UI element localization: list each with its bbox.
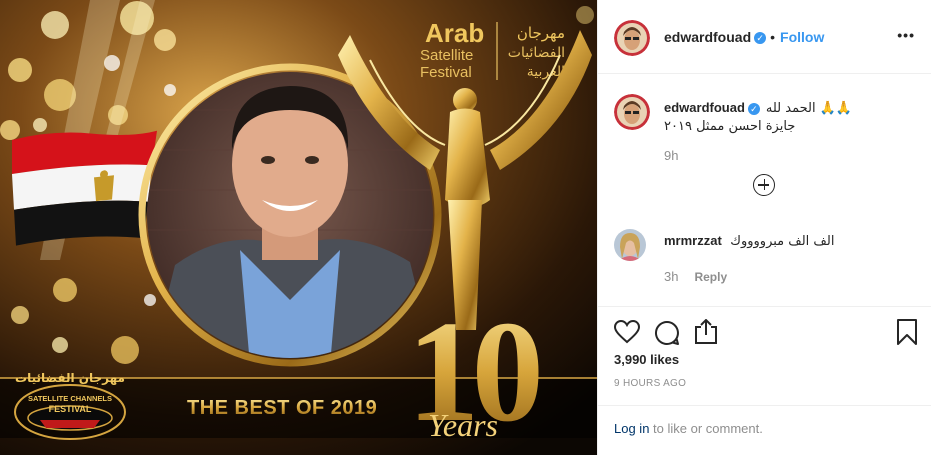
- login-prompt-bar: Log in to like or comment.: [598, 405, 931, 455]
- egypt-flag: [12, 130, 157, 246]
- follow-button[interactable]: Follow: [780, 29, 824, 45]
- ten-years-emblem: 10 Years: [407, 292, 547, 452]
- festival-en-line2: Satellite: [420, 47, 473, 64]
- commenter-avatar[interactable]: [614, 229, 646, 261]
- save-bookmark-icon[interactable]: [896, 319, 918, 350]
- author-avatar[interactable]: [614, 20, 650, 56]
- post-header: edwardfouad ✓ • Follow •••: [598, 0, 931, 74]
- badge-en2: FESTIVAL: [49, 404, 92, 414]
- login-link[interactable]: Log in: [614, 421, 649, 436]
- badge-en1: SATELLITE CHANNELS: [28, 394, 112, 403]
- caption-line2: جايزة احسن ممثل ٢٠١٩: [664, 119, 796, 134]
- separator-dot: •: [770, 29, 776, 45]
- more-options-icon[interactable]: •••: [897, 27, 915, 43]
- verified-badge-icon: ✓: [754, 32, 767, 44]
- award-poster: Arab Satellite Festival مهرجان الفضائيات…: [0, 0, 597, 455]
- comment-item: mrmrzzat الف الف مبرووووك 3h Reply: [664, 232, 924, 286]
- commenter-username[interactable]: mrmrzzat: [664, 233, 722, 248]
- header-author: edwardfouad ✓ • Follow: [664, 29, 824, 47]
- login-prompt: Log in to like or comment.: [614, 421, 763, 436]
- author-username[interactable]: edwardfouad: [664, 29, 751, 45]
- post-image[interactable]: Arab Satellite Festival مهرجان الفضائيات…: [0, 0, 597, 455]
- banner-text: THE BEST OF 2019: [187, 397, 377, 419]
- anniversary-word: Years: [428, 407, 498, 443]
- badge-ar: مهرجان الفضائيات: [15, 371, 125, 385]
- load-more-comments-button[interactable]: [753, 174, 775, 196]
- festival-ar-line1: مهرجان: [517, 24, 565, 42]
- caption-avatar[interactable]: [614, 94, 650, 130]
- comment-bubble-icon[interactable]: [654, 320, 680, 351]
- share-icon[interactable]: [694, 318, 718, 350]
- like-heart-icon[interactable]: [613, 319, 641, 349]
- post-details-panel: edwardfouad ✓ • Follow ••• edwardfouad ✓ الح…: [597, 0, 931, 455]
- festival-ar-line2: الفضائيات: [508, 45, 565, 61]
- festival-en-line3: Festival: [420, 64, 472, 81]
- caption-block: edwardfouad ✓ الحمد لله 🙏🙏 جايزة احسن ممث…: [664, 100, 924, 163]
- reply-button[interactable]: Reply: [694, 270, 727, 284]
- caption-time[interactable]: 9h: [664, 148, 924, 163]
- login-prompt-text: to like or comment.: [649, 421, 763, 436]
- comment-time[interactable]: 3h: [664, 269, 678, 284]
- comment-text: الف الف مبرووووك: [730, 234, 835, 249]
- like-count[interactable]: 3,990 likes: [614, 352, 679, 367]
- caption-verified-badge-icon: ✓: [747, 103, 760, 115]
- festival-en-line1: Arab: [425, 18, 484, 48]
- caption-line1: الحمد لله 🙏🙏: [765, 101, 853, 116]
- post-timestamp[interactable]: 9 HOURS AGO: [614, 378, 686, 389]
- caption-username[interactable]: edwardfouad: [664, 100, 745, 115]
